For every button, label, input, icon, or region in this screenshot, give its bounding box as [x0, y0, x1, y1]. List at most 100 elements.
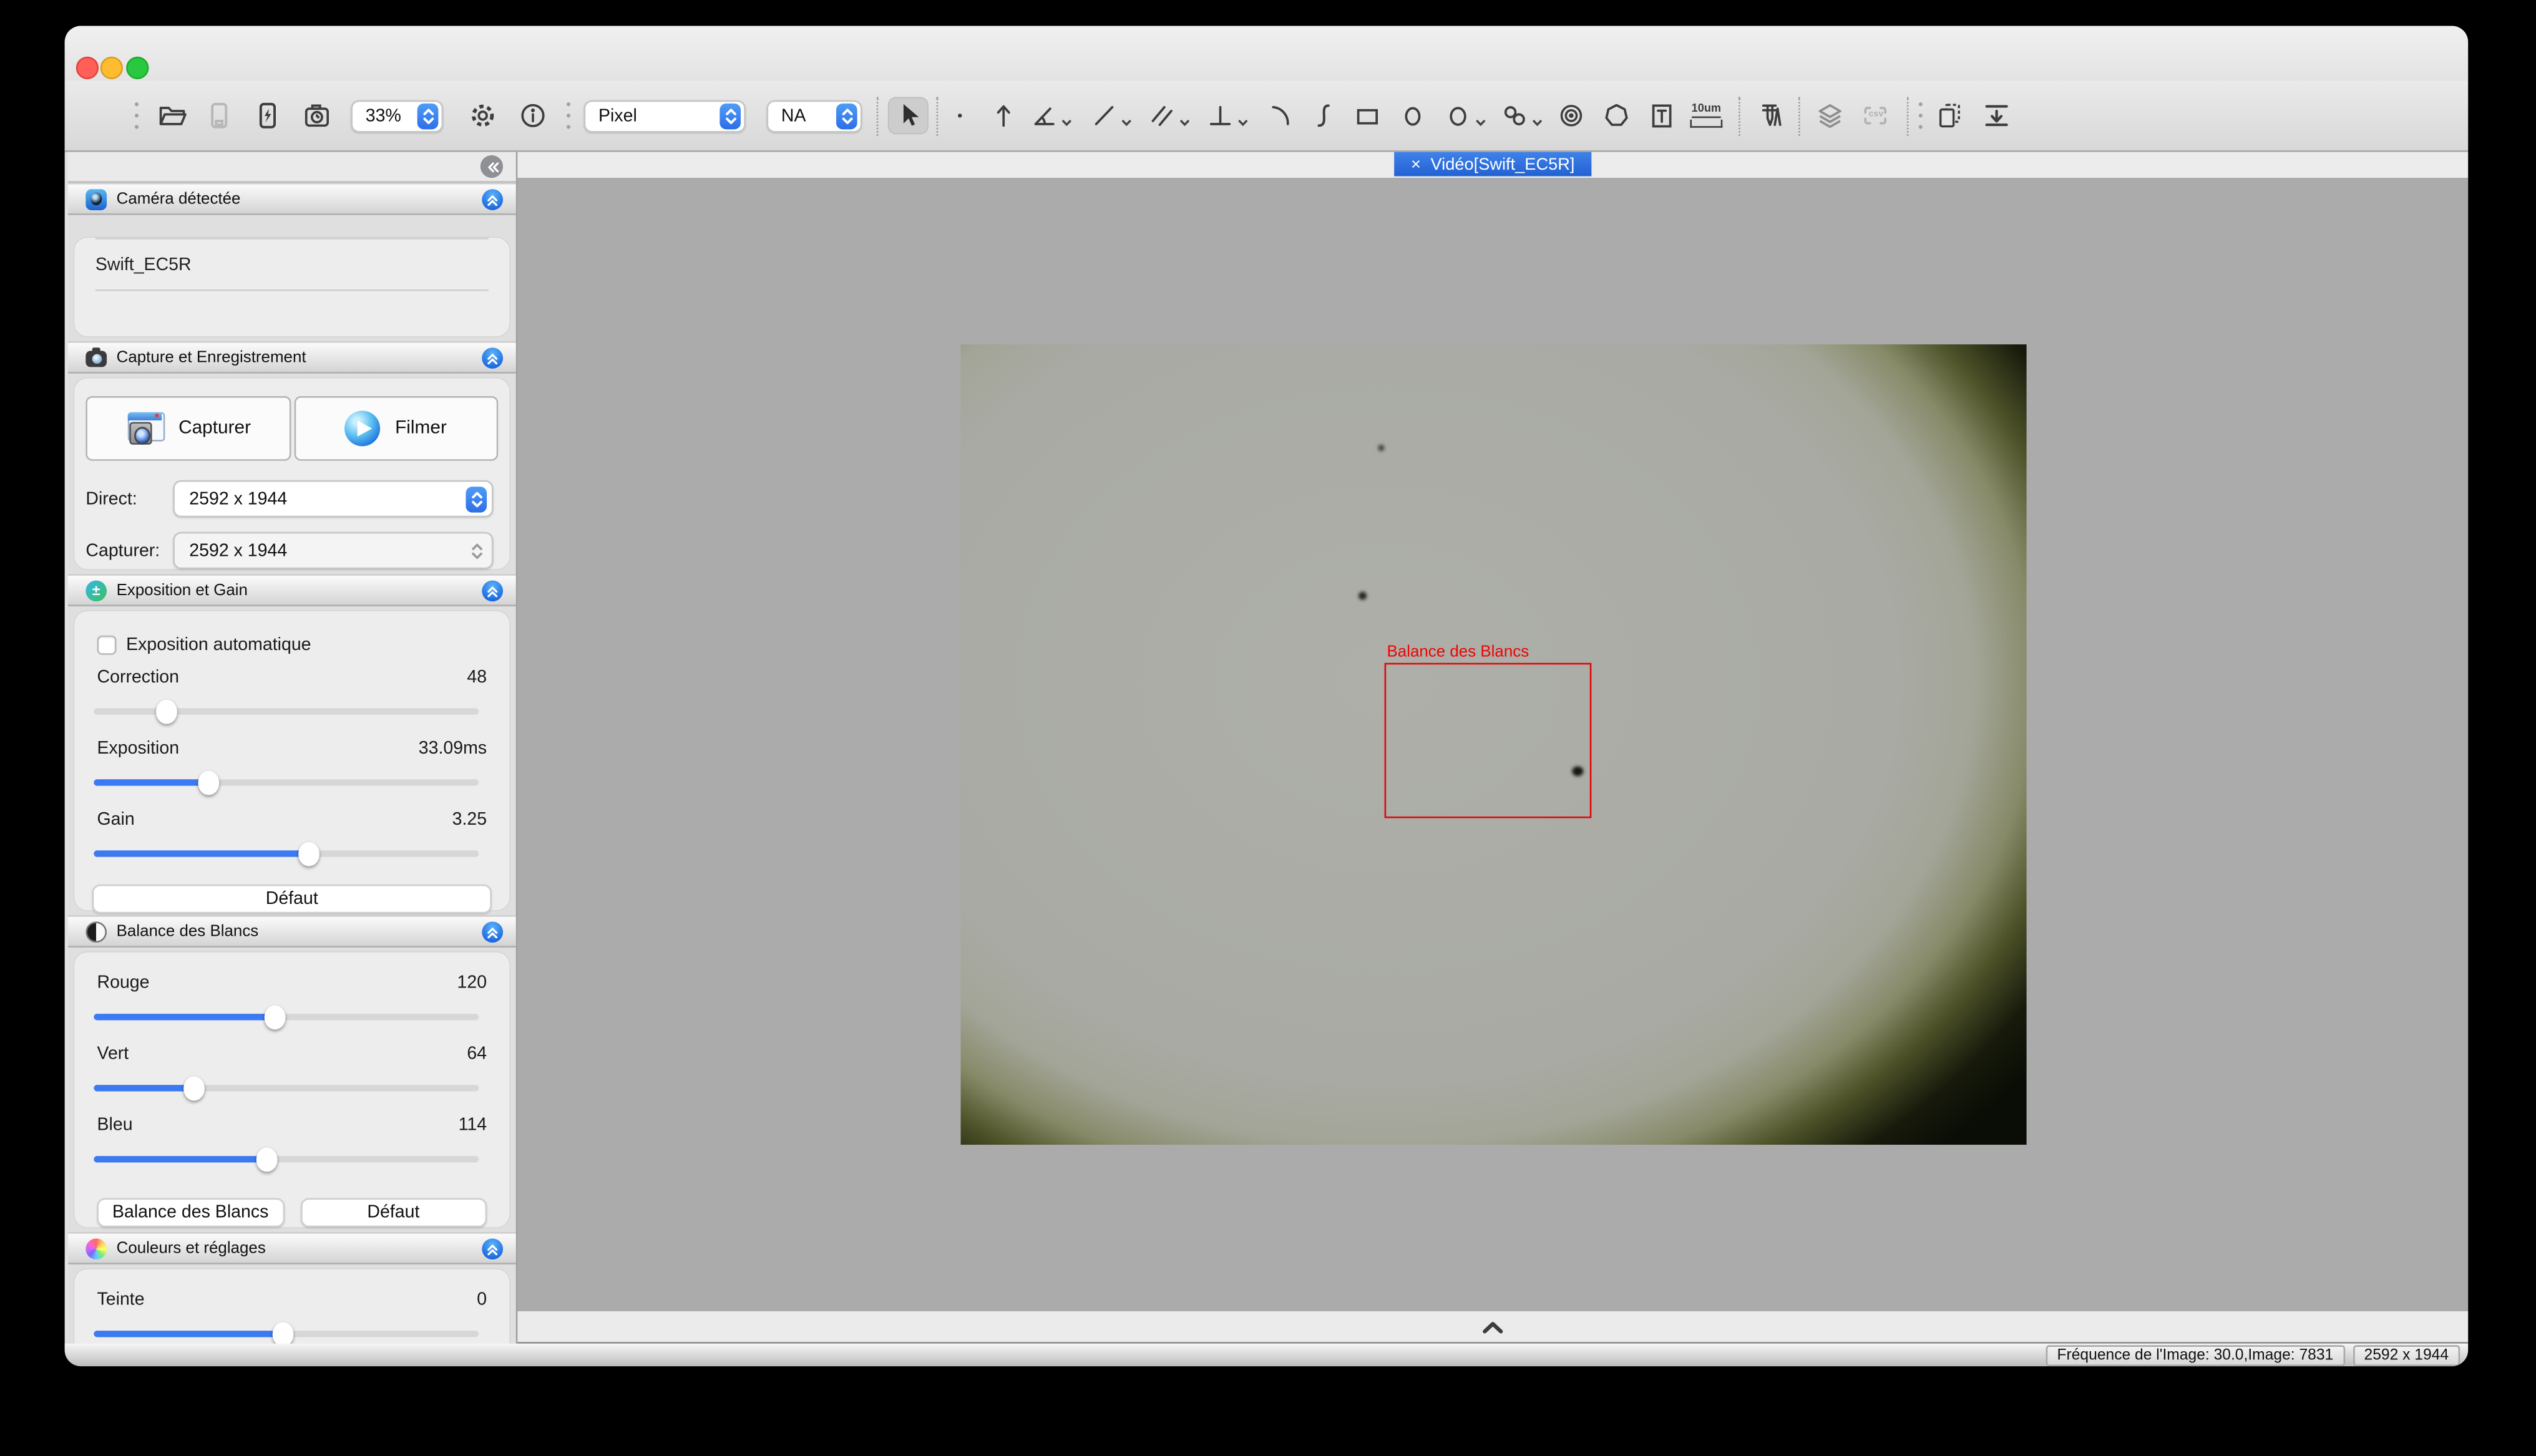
flash-device-button[interactable]: [252, 100, 283, 131]
slider-thumb[interactable]: [199, 771, 220, 795]
blue-slider[interactable]: [94, 1156, 479, 1162]
camera-list-item[interactable]: Swift_EC5R: [95, 238, 489, 291]
point-tool[interactable]: [945, 100, 975, 131]
slider-label: Gain: [97, 810, 135, 830]
white-balance-roi[interactable]: Balance des Blancs: [1383, 663, 1591, 818]
image-canvas: Balance des Blancs: [517, 178, 2468, 1311]
layers-button[interactable]: [1815, 100, 1845, 131]
minimize-window-button[interactable]: [100, 57, 123, 79]
arc-tool[interactable]: [1265, 100, 1295, 131]
slider-thumb[interactable]: [157, 700, 178, 724]
linked-circles-tool[interactable]: [1500, 100, 1543, 131]
capture-button-label: Capturer: [178, 419, 251, 438]
slider-thumb[interactable]: [272, 1322, 293, 1343]
unit-select[interactable]: Pixel: [584, 99, 746, 132]
exposure-default-button[interactable]: Défaut: [92, 885, 492, 914]
slider-label: Rouge: [97, 973, 150, 993]
section-header-camera[interactable]: Caméra détectée: [68, 183, 516, 215]
rectangle-tool[interactable]: [1352, 100, 1383, 131]
close-tab-icon[interactable]: ×: [1411, 155, 1421, 174]
zoom-level-select[interactable]: 33%: [351, 99, 443, 132]
collapse-section-button[interactable]: [482, 347, 503, 368]
duplicate-button[interactable]: [1934, 100, 1965, 131]
correction-slider[interactable]: [94, 708, 479, 714]
circle-tool[interactable]: [1443, 100, 1486, 131]
close-window-button[interactable]: [76, 57, 99, 79]
ellipse-tool[interactable]: [1397, 100, 1428, 131]
save-button[interactable]: [204, 100, 235, 131]
text-icon: [1646, 100, 1677, 131]
auto-exposure-checkbox[interactable]: [97, 636, 117, 655]
toolbar-drag-handle: [1916, 99, 1924, 132]
slider-thumb[interactable]: [256, 1148, 278, 1172]
open-file-button[interactable]: [157, 100, 187, 131]
angle-tool[interactable]: [1028, 100, 1072, 131]
hue-slider[interactable]: [94, 1331, 479, 1337]
colors-card: Teinte 0 Saturation 64 Luminosité 0: [74, 1269, 509, 1344]
csv-export-button: csv: [1860, 100, 1893, 131]
gain-slider[interactable]: [94, 850, 479, 857]
folder-icon: [157, 100, 187, 131]
green-slider[interactable]: [94, 1085, 479, 1091]
camera-name: Swift_EC5R: [95, 255, 192, 274]
text-tool[interactable]: [1646, 100, 1677, 131]
unit-value: Pixel: [598, 106, 637, 125]
stepper-icon: [836, 103, 857, 129]
red-slider[interactable]: [94, 1014, 479, 1020]
bottom-panel-toggle[interactable]: [517, 1311, 2468, 1344]
collapse-sidebar-button[interactable]: [480, 155, 503, 178]
auto-exposure-label: Exposition automatique: [126, 636, 311, 655]
slider-thumb[interactable]: [299, 842, 320, 866]
slider-thumb[interactable]: [264, 1005, 285, 1029]
scalebar-tool[interactable]: 10um: [1689, 104, 1724, 128]
white-balance-default-button[interactable]: Défaut: [300, 1198, 487, 1228]
arrow-tool[interactable]: [988, 100, 1019, 131]
section-header-capture[interactable]: Capture et Enregistrement: [68, 341, 516, 374]
snap-resolution-label: Capturer:: [85, 541, 173, 560]
zoom-window-button[interactable]: [126, 57, 149, 79]
layers-icon: [1815, 100, 1845, 131]
info-button[interactable]: [517, 100, 548, 131]
slider-row: Bleu 114: [74, 1095, 509, 1163]
line-tool[interactable]: [1088, 100, 1132, 131]
toolbar-separator: [1739, 96, 1742, 135]
measure-tool[interactable]: [1755, 100, 1785, 131]
sidebar: Caméra détectée Swift_EC5R Capture et En…: [68, 152, 518, 1344]
snap-resolution-select[interactable]: 2592 x 1944: [173, 532, 493, 570]
settings-button[interactable]: [467, 100, 498, 131]
snap-resolution-value: 2592 x 1944: [189, 541, 287, 560]
record-button[interactable]: Filmer: [293, 396, 498, 461]
white-balance-button[interactable]: Balance des Blancs: [97, 1198, 284, 1228]
collapse-section-button[interactable]: [482, 188, 503, 210]
live-resolution-select[interactable]: 2592 x 1944: [173, 480, 493, 518]
slider-thumb[interactable]: [183, 1077, 205, 1100]
curve-tool[interactable]: [1309, 100, 1339, 131]
camera-clock-icon: [301, 100, 331, 131]
collapse-section-button[interactable]: [482, 580, 503, 601]
slider-row: Teinte 0: [74, 1269, 509, 1337]
annulus-tool[interactable]: [1556, 100, 1586, 131]
parallel-lines-tool[interactable]: [1147, 100, 1191, 131]
section-header-exposure[interactable]: ± Exposition et Gain: [68, 574, 516, 606]
capture-button[interactable]: Capturer: [85, 396, 290, 461]
toolbar-separator: [1907, 96, 1910, 135]
na-select[interactable]: NA: [767, 99, 862, 132]
exposure-slider[interactable]: [94, 779, 479, 785]
calipers-icon: [1755, 100, 1785, 131]
slider-label: Bleu: [97, 1115, 133, 1135]
video-tab[interactable]: × Vidéo[Swift_EC5R]: [1395, 152, 1591, 177]
pointer-tool[interactable]: [888, 97, 929, 135]
polygon-tool[interactable]: [1601, 100, 1632, 131]
camera-detected-icon: [85, 188, 107, 210]
perpendicular-tool[interactable]: [1205, 100, 1249, 131]
section-title: Balance des Blancs: [117, 923, 472, 941]
section-header-white-balance[interactable]: Balance des Blancs: [68, 915, 516, 948]
collapse-section-button[interactable]: [482, 921, 503, 942]
roi-label: Balance des Blancs: [1387, 644, 1529, 662]
export-button[interactable]: [1981, 100, 2012, 131]
camera-timer-button[interactable]: [301, 100, 331, 131]
sidebar-top-strip: [68, 152, 516, 183]
slider-value: 64: [467, 1044, 487, 1064]
toolbar-separator: [877, 96, 880, 135]
slider-row: Exposition 33.09ms: [74, 718, 509, 786]
